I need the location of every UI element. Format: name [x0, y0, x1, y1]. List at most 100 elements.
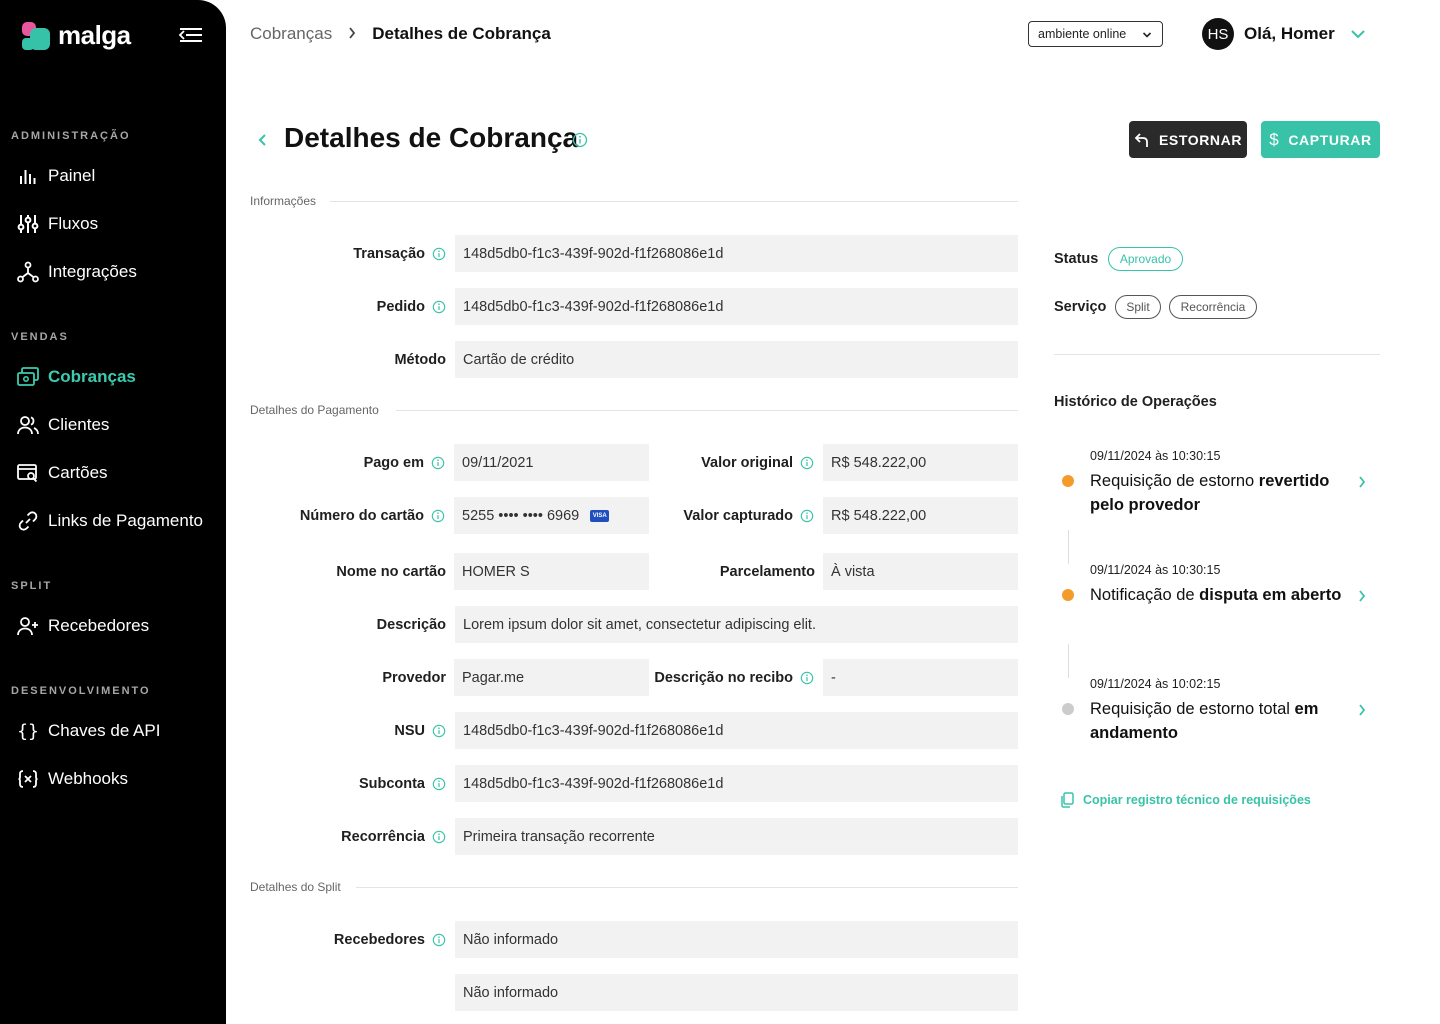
sidebar-item-label: Painel [48, 166, 96, 185]
card-search-icon [16, 461, 40, 485]
section-divider [396, 410, 1018, 411]
label-text: Parcelamento [719, 563, 815, 580]
history-text-bold: disputa em aberto [1199, 586, 1342, 604]
info-icon[interactable] [800, 671, 814, 685]
label-text: Número do cartão [299, 507, 424, 524]
label-descricao-recibo: Descrição no recibo [650, 659, 814, 696]
label-nome-cartao: Nome no cartão [250, 553, 446, 590]
pedido-field: 148d5db0-f1c3-439f-902d-f1f268086e1d [455, 288, 1018, 325]
copy-technical-log-link[interactable]: Copiar registro técnico de requisições [1060, 792, 1311, 808]
sidebar-item-fluxos[interactable]: Fluxos [16, 209, 98, 239]
info-icon[interactable] [431, 509, 445, 523]
chevron-down-icon[interactable] [1350, 27, 1366, 45]
chevron-right-icon [1358, 589, 1366, 607]
info-icon[interactable] [432, 300, 446, 314]
sliders-icon [16, 212, 40, 236]
info-icon[interactable] [432, 777, 446, 791]
estornar-button[interactable]: ESTORNAR [1129, 121, 1247, 158]
label-text: Método [394, 351, 446, 368]
status-dot [1062, 703, 1074, 715]
sidebar-item-webhooks[interactable]: Webhooks [16, 764, 128, 794]
sidebar-item-cartoes[interactable]: Cartões [16, 458, 108, 488]
user-plus-icon [16, 614, 40, 638]
label-recorrencia: Recorrência [250, 818, 446, 855]
sidebar-item-links-pagamento[interactable]: Links de Pagamento [16, 506, 203, 536]
history-text: Notificação de disputa em aberto [1090, 583, 1346, 607]
sidebar-item-label: Links de Pagamento [48, 511, 203, 530]
avatar[interactable]: HS [1202, 18, 1234, 50]
label-recebedores: Recebedores [250, 921, 446, 958]
info-icon[interactable] [572, 132, 588, 153]
label-text: Nome no cartão [336, 563, 446, 580]
section-label-desenvolvimento: DESENVOLVIMENTO [11, 685, 151, 697]
info-icon[interactable] [432, 933, 446, 947]
label-text: Pago em [363, 454, 424, 471]
sidebar-item-painel[interactable]: Painel [16, 161, 95, 191]
nsu-field: 148d5db0-f1c3-439f-902d-f1f268086e1d [455, 712, 1018, 749]
label-text: NSU [394, 722, 425, 739]
sidebar-item-label: Cobranças [48, 367, 136, 386]
label-parcelamento: Parcelamento [650, 553, 815, 590]
label-nsu: NSU [250, 712, 446, 749]
label-valor-original: Valor original [650, 444, 814, 481]
sidebar-item-label: Integrações [48, 262, 137, 281]
status-label: Status [1054, 251, 1099, 267]
metodo-field: Cartão de crédito [455, 341, 1018, 378]
recebedores-field: Não informado [455, 974, 1018, 1011]
breadcrumb: Cobranças Detalhes de Cobrança [250, 24, 551, 44]
transacao-field: 148d5db0-f1c3-439f-902d-f1f268086e1d [455, 235, 1018, 272]
card-number: 5255 •••• •••• 6969 [462, 507, 580, 524]
charges-icon [16, 365, 40, 389]
parcelamento-field: À vista [823, 553, 1018, 590]
breadcrumb-link-cobrancas[interactable]: Cobranças [250, 24, 332, 44]
section-label-vendas: VENDAS [11, 331, 69, 343]
label-valor-capturado: Valor capturado [650, 497, 814, 534]
history-text-normal: Requisição de estorno total [1090, 700, 1295, 718]
sidebar-item-recebedores[interactable]: Recebedores [16, 611, 149, 641]
info-icon[interactable] [800, 509, 814, 523]
info-icon[interactable] [800, 456, 814, 470]
section-title-pagamento: Detalhes do Pagamento [250, 403, 379, 417]
bar-chart-icon [16, 164, 40, 188]
label-text: Pedido [376, 298, 425, 315]
history-title: Histórico de Operações [1054, 394, 1217, 410]
timeline-connector [1068, 644, 1069, 678]
descricao-recibo-field: - [823, 659, 1018, 696]
label-subconta: Subconta [250, 765, 446, 802]
history-item[interactable]: 09/11/2024 às 10:30:15 Notificação de di… [1060, 563, 1380, 633]
capturar-button[interactable]: $ CAPTURAR [1261, 121, 1380, 158]
history-item[interactable]: 09/11/2024 às 10:02:15 Requisição de est… [1060, 677, 1380, 747]
sidebar-item-chaves-api[interactable]: {} Chaves de API [16, 716, 160, 746]
service-chip-recorrencia: Recorrência [1169, 295, 1257, 319]
section-title-split: Detalhes do Split [250, 880, 341, 894]
integrations-icon [16, 260, 40, 284]
status-badge: Aprovado [1108, 247, 1183, 271]
label-pago-em: Pago em [250, 444, 445, 481]
sidebar-item-integracoes[interactable]: Integrações [16, 257, 137, 287]
label-text: Recebedores [333, 931, 425, 948]
info-icon[interactable] [432, 247, 446, 261]
panel-divider [1054, 354, 1380, 355]
copy-icon [1060, 792, 1074, 808]
visa-brand-icon: VISA [590, 509, 610, 522]
sidebar: malga ADMINISTRAÇÃO Painel Fluxos Integr… [0, 0, 226, 1024]
logo[interactable]: malga [22, 20, 131, 51]
history-text: Requisição de estorno revertido pelo pro… [1090, 469, 1346, 517]
link-icon [16, 509, 40, 533]
chevron-down-icon [1142, 28, 1152, 42]
info-icon[interactable] [432, 724, 446, 738]
menu-collapse-icon[interactable] [178, 26, 202, 44]
sidebar-item-cobrancas[interactable]: Cobranças [16, 362, 136, 392]
environment-value: ambiente online [1038, 27, 1127, 41]
history-item[interactable]: 09/11/2024 às 10:30:15 Requisição de est… [1060, 449, 1380, 519]
info-icon[interactable] [431, 456, 445, 470]
back-chevron-icon[interactable] [254, 129, 272, 151]
sidebar-item-clientes[interactable]: Clientes [16, 410, 109, 440]
sidebar-item-label: Chaves de API [48, 721, 161, 740]
pago-em-field: 09/11/2021 [454, 444, 649, 481]
environment-select[interactable]: ambiente online [1028, 21, 1163, 47]
servico-label: Serviço [1054, 299, 1107, 315]
info-icon[interactable] [432, 830, 446, 844]
user-greeting[interactable]: Olá, Homer [1244, 24, 1335, 44]
history-time: 09/11/2024 às 10:30:15 [1090, 563, 1221, 577]
